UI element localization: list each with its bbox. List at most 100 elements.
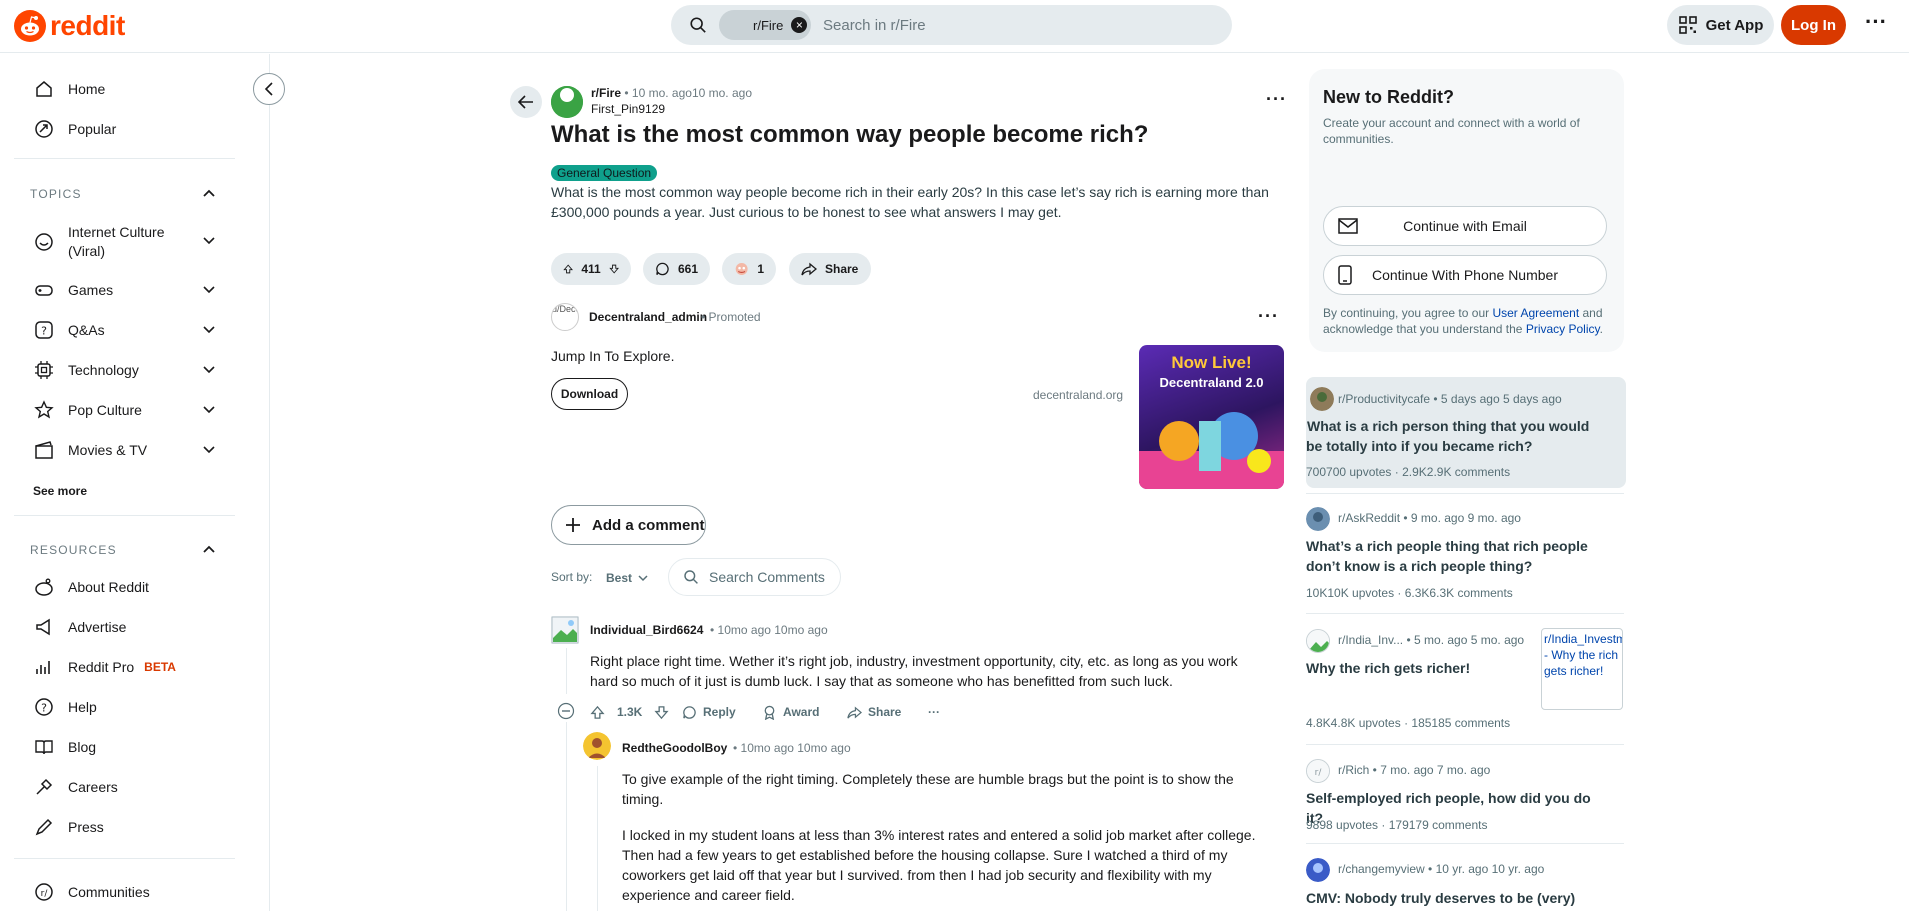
privacy-policy-link[interactable]: Privacy Policy [1526,322,1600,336]
search-bar[interactable]: r/Fire × Search in r/Fire [671,5,1232,45]
sidebar-item-careers[interactable]: Careers [14,767,235,807]
sidebar-item-label: Communities [68,884,150,900]
downvote-icon[interactable] [654,705,669,720]
comment-vote: 1.3K [590,703,669,721]
related-meta: r/changemyview • 10 yr. ago 10 yr. ago [1338,862,1545,876]
user-agreement-link[interactable]: User Agreement [1492,306,1579,320]
get-app-button[interactable]: Get App [1667,5,1774,45]
subreddit-link[interactable]: r/Fire [591,86,621,100]
share-comment-button[interactable]: Share [847,703,901,721]
snoo-icon [14,10,46,42]
search-icon [684,570,698,584]
search-scope-chip[interactable]: r/Fire × [719,10,811,40]
share-button[interactable]: Share [789,253,871,285]
reply-button[interactable]: Reply [682,703,736,721]
award-button[interactable]: 1 [722,253,776,285]
promo-options-icon[interactable]: ··· [1258,306,1279,327]
subreddit-avatar[interactable] [551,86,583,118]
upvote-icon[interactable] [590,705,605,720]
sidebar-item-technology[interactable]: Technology [14,350,235,390]
chevron-down-icon [203,286,215,294]
sidebar-item-qas[interactable]: ? Q&As [14,310,235,350]
add-comment-button[interactable]: Add a comment [551,505,706,545]
resources-heading[interactable]: RESOURCES [30,543,117,557]
reddit-logo[interactable]: reddit [14,10,125,42]
collapse-thread-icon[interactable] [557,702,575,720]
related-post[interactable]: r/ r/Rich • 7 mo. ago 7 mo. ago Self-emp… [1306,758,1626,838]
sort-value: Best [606,571,633,585]
post-title: What is the most common way people becom… [551,121,1149,148]
login-button[interactable]: Log In [1781,5,1846,45]
related-post[interactable]: r/AskReddit • 9 mo. ago 9 mo. ago What’s… [1306,506,1626,606]
see-more-link[interactable]: See more [33,484,87,498]
add-comment-label: Add a comment [592,516,705,534]
topics-heading[interactable]: TOPICS [30,187,82,201]
signup-title: New to Reddit? [1323,87,1454,107]
promo-thumbnail[interactable]: Now Live! Decentraland 2.0 [1139,345,1284,489]
avatar[interactable] [551,616,579,644]
search-input[interactable]: Search in r/Fire [823,17,926,34]
avatar[interactable] [583,732,611,760]
beta-badge: BETA [144,660,176,674]
get-app-label: Get App [1705,16,1764,34]
remove-scope-icon[interactable]: × [791,17,808,33]
downvote-icon[interactable] [608,261,619,277]
sidebar-item-pop-culture[interactable]: Pop Culture [14,390,235,430]
more-options-icon[interactable]: ··· [1861,10,1891,40]
signup-legal: By continuing, you agree to our User Agr… [1323,306,1603,336]
sidebar-item-home[interactable]: Home [14,69,235,109]
promo-avatar[interactable]: u/Dece [551,303,579,331]
sort-label: Sort by: [551,570,593,584]
sidebar-item-popular[interactable]: Popular [14,109,235,149]
sidebar-item-label: Careers [68,779,118,795]
chevron-up-icon[interactable] [202,188,216,198]
comment-icon [683,705,696,719]
promo-domain[interactable]: decentraland.org [1033,388,1123,402]
chevron-down-icon [203,446,215,454]
comments-button[interactable]: 661 [643,253,710,285]
divider [1306,493,1624,494]
search-comments-input[interactable]: Search Comments [668,558,841,596]
sidebar-item-internet-culture[interactable]: Internet Culture (Viral) [14,218,235,266]
post-flair[interactable]: General Question [551,165,658,181]
sort-dropdown[interactable]: Best [606,566,648,590]
sidebar-item-label: Home [68,81,106,97]
sidebar-item-label: About Reddit [68,579,149,595]
sidebar-item-label: Reddit Pro [68,659,135,675]
related-meta: r/Rich • 7 mo. ago 7 mo. ago [1338,763,1491,777]
comment-more-icon[interactable]: ··· [928,703,940,721]
continue-phone-button[interactable]: Continue With Phone Number [1323,255,1607,295]
sidebar-divider [14,858,235,859]
upvote-icon[interactable] [563,261,574,277]
comment-time: • 10mo ago 10mo ago [733,741,851,755]
related-post[interactable]: r/Productivitycafe • 5 days ago 5 days a… [1306,377,1626,488]
communities-icon: r/ [35,883,53,901]
collapse-sidebar-button[interactable] [253,73,285,105]
sidebar-item-press[interactable]: Press [14,807,235,847]
sidebar-item-help[interactable]: ? Help [14,687,235,727]
sidebar-item-about-reddit[interactable]: About Reddit [14,567,235,607]
post-options-icon[interactable]: ··· [1266,89,1287,110]
related-thumbnail[interactable]: r/India_Investments - Why the rich gets … [1541,628,1623,710]
post-author[interactable]: First_Pin9129 [591,102,665,116]
back-button[interactable] [510,86,542,118]
comment-text: To give example of the right timing. Com… [622,771,1234,807]
chevron-up-icon[interactable] [202,544,216,554]
thread-line [566,722,567,911]
sidebar-item-blog[interactable]: Blog [14,727,235,767]
promo-author[interactable]: Decentraland_admin [589,310,707,324]
comment-icon [656,262,669,276]
comment-author[interactable]: RedtheGoodolBoy [622,741,727,755]
related-stats: 700700 upvotes · 2.9K2.9K comments [1306,465,1511,479]
download-button[interactable]: Download [551,378,628,410]
sidebar-item-reddit-pro[interactable]: Reddit Pro BETA [14,647,235,687]
sidebar-item-movies-tv[interactable]: Movies & TV [14,430,235,470]
continue-email-button[interactable]: Continue with Email [1323,206,1607,246]
movies-icon [35,441,53,459]
sidebar-item-communities[interactable]: r/ Communities [14,872,235,911]
comment-author[interactable]: Individual_Bird6624 [590,623,703,637]
sidebar-item-advertise[interactable]: Advertise [14,607,235,647]
award-comment-button[interactable]: Award [762,703,819,721]
sidebar-item-games[interactable]: Games [14,270,235,310]
related-post[interactable]: r/changemyview • 10 yr. ago 10 yr. ago C… [1306,857,1626,911]
